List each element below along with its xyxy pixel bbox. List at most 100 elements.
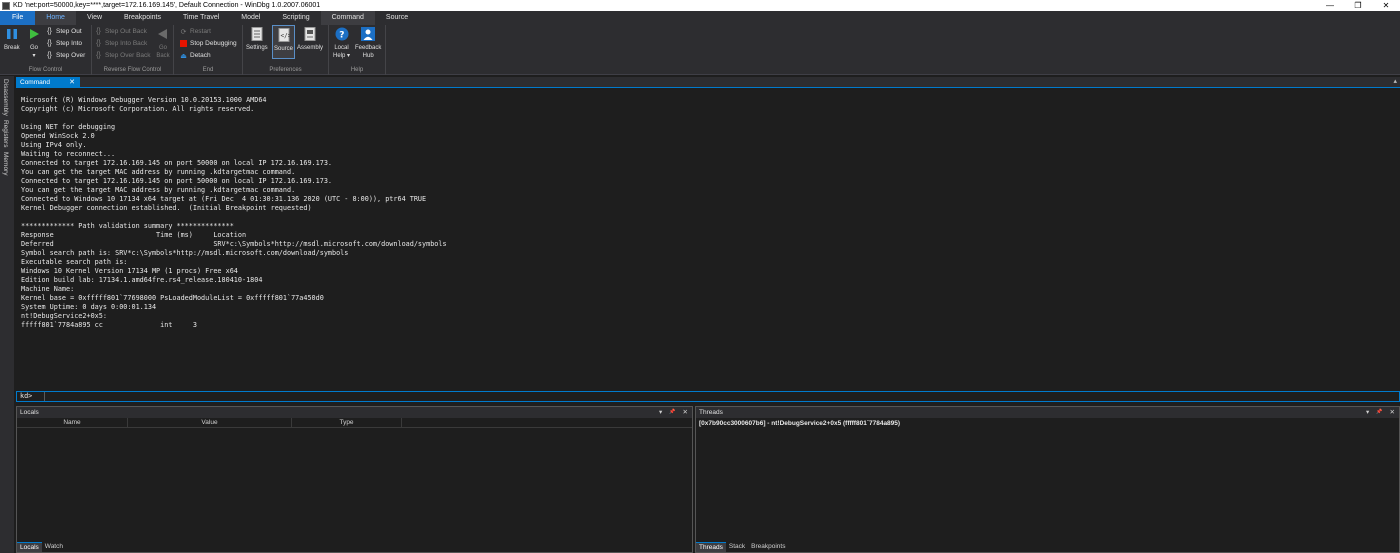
title-bar: KD 'net:port=50000,key=****,target=172.1… (0, 0, 1400, 11)
go-button[interactable]: Go ▾ (27, 27, 41, 60)
reverse-flow-control-group-label: Reverse Flow Control (103, 67, 162, 73)
svg-text:?: ? (339, 31, 344, 41)
close-icon[interactable]: ✕ (1390, 407, 1395, 418)
thread-row[interactable]: [0x7b90cc3000607b6] - nt!DebugService2+0… (696, 418, 1399, 429)
pause-icon (5, 27, 19, 41)
assembly-button[interactable]: Assembly (297, 27, 323, 52)
tab-source[interactable]: Source (375, 11, 419, 25)
tab-model[interactable]: Model (230, 11, 271, 25)
source-code-icon: </> (277, 28, 291, 42)
flow-control-group-label: Flow Control (28, 67, 63, 73)
side-tab-registers[interactable]: Registers (2, 120, 9, 147)
pin-icon[interactable]: 📌 (1376, 407, 1382, 418)
local-help-label-line2: Help ▾ (333, 53, 351, 59)
minimize-button[interactable]: — (1316, 0, 1344, 11)
stop-debugging-label: Stop Debugging (190, 40, 237, 47)
assembly-document-icon (303, 27, 317, 41)
step-out-back-button[interactable]: {} Step Out Back (94, 27, 147, 36)
help-question-icon: ? (335, 27, 349, 41)
command-output: Microsoft (R) Windows Debugger Version 1… (21, 96, 447, 329)
source-button[interactable]: </> Source (272, 25, 296, 59)
kd-prompt: kd> (17, 392, 45, 401)
group-help: ? Local Help ▾ Feedback Hub Help (329, 25, 386, 75)
locals-pane-title: Locals (20, 409, 39, 416)
step-out-icon: {} (47, 28, 52, 35)
tab-scripting[interactable]: Scripting (271, 11, 320, 25)
break-label: Break (4, 45, 20, 51)
locals-pane-header: Locals ▾ 📌 ✕ (17, 407, 692, 418)
settings-document-icon (250, 27, 264, 41)
side-tool-tabs: Disassembly Registers Memory (0, 76, 14, 553)
feedback-hub-label-line1: Feedback (355, 45, 382, 51)
maximize-button[interactable]: ❐ (1344, 0, 1372, 11)
tab-view[interactable]: View (76, 11, 113, 25)
ribbon: Break Go ▾ {} Step Out {} Step Into {} S… (0, 25, 1400, 75)
side-tab-memory[interactable]: Memory (2, 152, 9, 175)
command-window-tab[interactable]: Command ✕ (16, 77, 80, 88)
restart-label: Restart (190, 28, 211, 35)
source-label: Source (274, 46, 294, 52)
feedback-hub-button[interactable]: Feedback Hub (355, 27, 381, 60)
restart-button[interactable]: ⟳ Restart (179, 27, 211, 36)
threads-pane-title: Threads (699, 409, 723, 416)
column-header-value[interactable]: Value (128, 418, 292, 427)
step-into-back-icon: {} (96, 40, 101, 47)
tab-time-travel[interactable]: Time Travel (172, 11, 230, 25)
detach-button[interactable]: ⏏ Detach (179, 51, 211, 60)
threads-pane: Threads ▾ 📌 ✕ [0x7b90cc3000607b6] - nt!D… (695, 406, 1400, 553)
pane-menu-icon[interactable]: ▾ (659, 407, 662, 418)
tab-breakpoints[interactable]: Breakpoints (113, 11, 172, 25)
step-over-back-button[interactable]: {} Step Over Back (94, 51, 150, 60)
preferences-group-label: Preferences (269, 67, 302, 73)
pin-icon[interactable]: 📌 (669, 407, 675, 418)
tab-command[interactable]: Command (320, 11, 375, 25)
local-help-button[interactable]: ? Local Help ▾ (333, 27, 350, 60)
step-into-back-button[interactable]: {} Step Into Back (94, 39, 147, 48)
column-header-type[interactable]: Type (292, 418, 402, 427)
side-tab-disassembly[interactable]: Disassembly (2, 79, 9, 116)
locals-bottom-tabs: Locals Watch (17, 542, 66, 552)
feedback-hub-label-line2: Hub (362, 53, 374, 59)
step-over-label: Step Over (56, 52, 86, 59)
svg-text:</>: </> (280, 33, 290, 40)
tab-breakpoints-pane[interactable]: Breakpoints (748, 542, 788, 552)
go-dropdown-icon[interactable]: ▾ (32, 52, 35, 60)
tab-watch[interactable]: Watch (42, 542, 66, 552)
step-into-back-label: Step Into Back (105, 40, 148, 47)
go-back-label-line1: Go (158, 45, 167, 51)
feedback-person-icon (361, 27, 376, 41)
step-out-button[interactable]: {} Step Out (45, 27, 82, 36)
command-input[interactable] (45, 392, 1399, 401)
step-out-label: Step Out (56, 28, 82, 35)
group-reverse-flow-control: {} Step Out Back {} Step Into Back {} St… (92, 25, 174, 75)
command-tab-bar: Command ✕ (16, 77, 1400, 88)
break-button[interactable]: Break (4, 27, 20, 52)
ribbon-tab-strip: File Home View Breakpoints Time Travel M… (0, 11, 1400, 25)
step-over-back-icon: {} (96, 52, 101, 59)
window-title: KD 'net:port=50000,key=****,target=172.1… (13, 2, 321, 9)
close-window-button[interactable]: ✕ (1372, 0, 1400, 11)
detach-label: Detach (190, 52, 211, 59)
tab-locals[interactable]: Locals (17, 542, 42, 552)
step-out-back-icon: {} (96, 28, 101, 35)
play-icon (27, 27, 41, 41)
locals-pane: Locals ▾ 📌 ✕ Name Value Type Locals Watc… (16, 406, 693, 553)
local-help-label-line1: Local (334, 45, 349, 51)
settings-button[interactable]: Settings (246, 27, 268, 52)
column-header-name[interactable]: Name (17, 418, 128, 427)
scroll-up-icon[interactable]: ▴ (1393, 77, 1397, 85)
tab-file[interactable]: File (0, 11, 36, 25)
command-input-row: kd> (16, 391, 1400, 402)
go-back-button[interactable]: Go Back (156, 27, 170, 60)
step-into-button[interactable]: {} Step Into (45, 39, 82, 48)
tab-home[interactable]: Home (35, 11, 76, 25)
pane-menu-icon[interactable]: ▾ (1366, 407, 1369, 418)
locals-column-headers: Name Value Type (17, 418, 692, 428)
close-icon[interactable]: ✕ (683, 407, 688, 418)
threads-bottom-tabs: Threads Stack Breakpoints (696, 542, 788, 552)
step-over-button[interactable]: {} Step Over (45, 51, 85, 60)
close-icon[interactable]: ✕ (69, 77, 75, 88)
tab-stack[interactable]: Stack (726, 542, 748, 552)
tab-threads[interactable]: Threads (696, 542, 726, 552)
stop-debugging-button[interactable]: Stop Debugging (179, 39, 237, 48)
